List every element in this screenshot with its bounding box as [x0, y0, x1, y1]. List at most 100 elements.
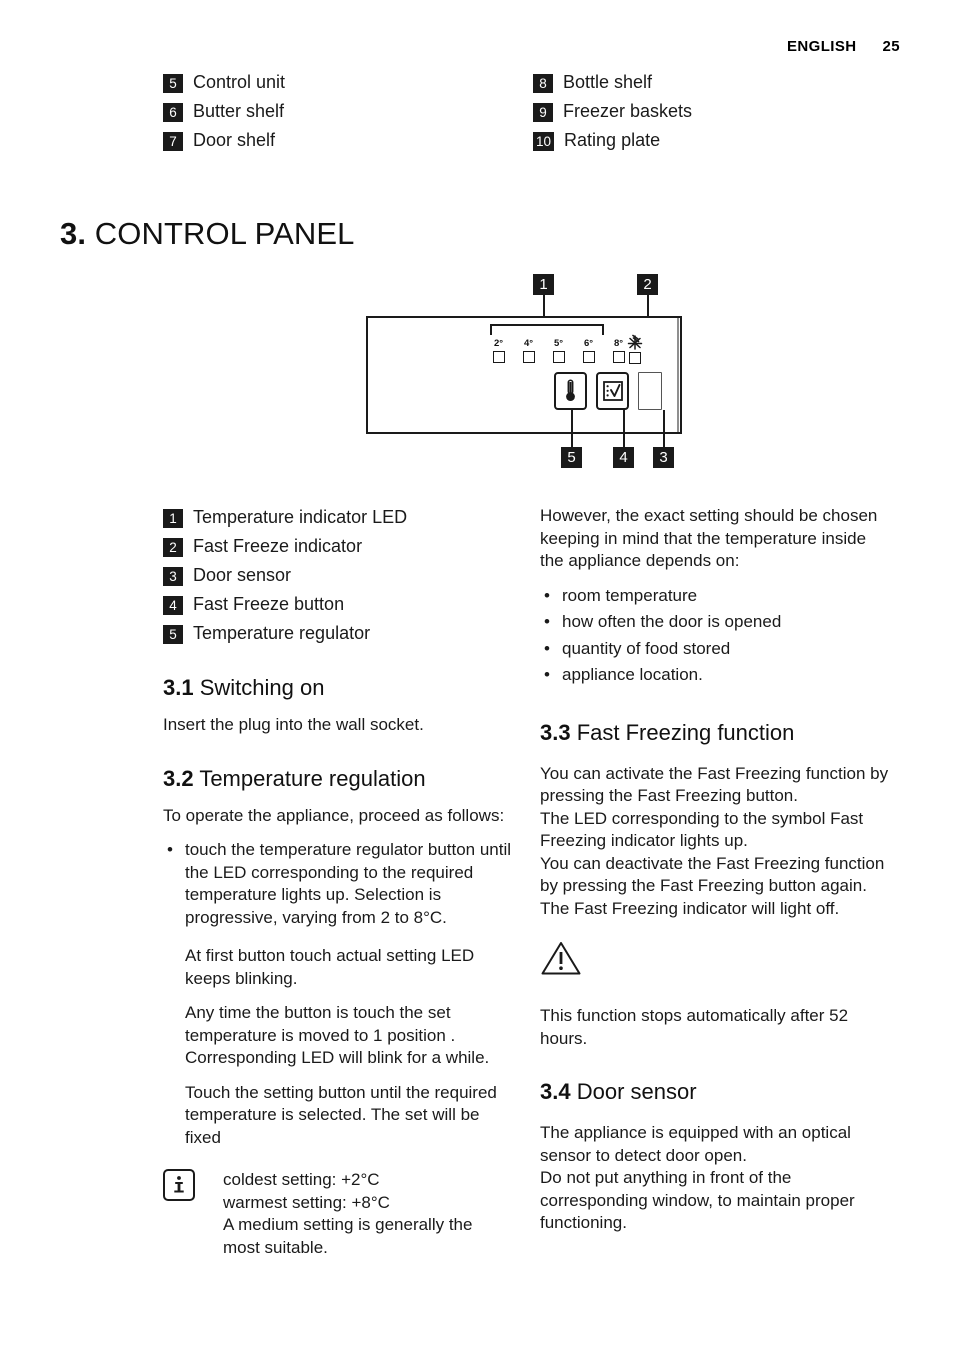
section-number: 3.2	[163, 765, 194, 791]
callout-1: 1	[533, 274, 554, 295]
list-item: 3 Door sensor	[163, 563, 513, 592]
snowflake-icon	[625, 334, 645, 351]
led-indicator-icon	[582, 351, 595, 363]
info-note: coldest setting: +2°C warmest setting: +…	[163, 1169, 513, 1259]
part-label: Control unit	[193, 72, 286, 92]
right-intro-body: However, the exact setting should be cho…	[540, 506, 878, 570]
list-item: touch the temperature regulator button u…	[163, 839, 513, 929]
legend-label: Door sensor	[193, 565, 292, 585]
legend-number-badge: 1	[163, 509, 183, 528]
part-label: Bottle shelf	[563, 72, 653, 92]
temperature-regulation-steps: touch the temperature regulator button u…	[163, 839, 513, 929]
temperature-regulator-button[interactable]	[554, 372, 587, 410]
legend-number-badge: 3	[163, 567, 183, 586]
chapter-title: CONTROL PANEL	[94, 216, 355, 251]
part-number-badge: 7	[163, 132, 183, 151]
section-heading-3-2: 3.2 Temperature regulation	[163, 765, 513, 793]
part-number-badge: 9	[533, 103, 553, 122]
chapter-number: 3.	[60, 216, 87, 251]
list-item: 4 Fast Freeze button	[163, 592, 513, 621]
left-column: 1 Temperature indicator LED 2 Fast Freez…	[163, 505, 513, 1259]
legend-label: Temperature indicator LED	[193, 507, 408, 527]
section-title: Door sensor	[576, 1079, 697, 1104]
led-indicator-icon	[522, 351, 535, 363]
warning-icon	[540, 940, 890, 981]
section-number: 3.4	[540, 1079, 571, 1104]
list-item: 9 Freezer baskets	[533, 99, 903, 128]
led-label: 6°	[583, 338, 594, 349]
part-number-badge: 6	[163, 103, 183, 122]
led-indicator-icon	[552, 351, 565, 363]
led-label: 8°	[613, 338, 624, 349]
thermometer-icon	[566, 379, 575, 401]
section-heading-3-3: 3.3 Fast Freezing function	[540, 719, 890, 747]
list-item: how often the door is opened	[540, 611, 890, 634]
legend-label: Fast Freeze button	[193, 594, 345, 614]
legend-label: Fast Freeze indicator	[193, 536, 363, 556]
list-item: 1 Temperature indicator LED	[163, 505, 513, 534]
list-item: room temperature	[540, 585, 890, 608]
section-number: 3.3	[540, 719, 571, 745]
part-label: Freezer baskets	[563, 101, 693, 121]
led-label: 4°	[523, 338, 534, 349]
section-3-4-body: The appliance is equipped with an optica…	[540, 1123, 855, 1232]
legend-number-badge: 2	[163, 538, 183, 557]
legend-label: Temperature regulator	[193, 623, 371, 643]
right-column: However, the exact setting should be cho…	[540, 505, 890, 1235]
list-item: 5 Control unit	[163, 70, 533, 99]
list-item: appliance location.	[540, 664, 890, 687]
section-3-2-para2: At first button touch actual setting LED…	[185, 946, 475, 988]
fast-freeze-button[interactable]	[596, 372, 629, 410]
part-number-badge: 8	[533, 74, 553, 93]
section-heading-3-4: 3.4 Door sensor	[540, 1078, 890, 1106]
section-number: 3.1	[163, 675, 194, 700]
led-cell: 2°	[488, 338, 509, 363]
list-item: 5 Temperature regulator	[163, 621, 513, 650]
parts-legend: 5 Control unit 6 Butter shelf 7 Door she…	[163, 70, 903, 157]
section-title: Temperature regulation	[199, 765, 426, 791]
callout-4: 4	[613, 447, 634, 468]
info-icon	[163, 1169, 195, 1201]
header-page-number: 25	[882, 38, 900, 55]
control-panel-buttons	[554, 372, 662, 410]
list-item: 7 Door shelf	[163, 128, 533, 157]
panel-edge-line	[677, 318, 679, 432]
callout-5: 5	[561, 447, 582, 468]
callout-4-leader	[623, 410, 625, 447]
list-item: quantity of food stored	[540, 638, 890, 661]
led-indicator-icon	[492, 351, 505, 363]
part-label: Door shelf	[193, 130, 276, 150]
callout-3: 3	[653, 447, 674, 468]
section-3-3-body: You can activate the Fast Freezing funct…	[540, 763, 889, 918]
led-cell: 5°	[548, 338, 569, 363]
callout-3-leader	[663, 410, 665, 447]
info-icon-wrapper	[163, 1169, 199, 1201]
warning-triangle-icon	[541, 942, 581, 975]
page-running-header: ENGLISH 25	[787, 38, 900, 55]
section-3-2-intro: To operate the appliance, proceed as fol…	[163, 805, 505, 825]
section-3-3-warning: This function stops automatically after …	[540, 1006, 849, 1048]
led-label: 2°	[493, 338, 504, 349]
control-panel-diagram: 1 2 2° 4° 5° 6° 8° 5 4 3	[340, 272, 720, 487]
fast-freeze-icon	[602, 381, 623, 401]
page-title: 3. CONTROL PANEL	[60, 215, 354, 253]
part-number-badge: 5	[163, 74, 183, 93]
callout-5-leader	[571, 410, 573, 447]
legend-number-badge: 5	[163, 625, 183, 644]
section-3-2-para3: Any time the button is touch the set tem…	[185, 1003, 490, 1067]
parts-legend-right-column: 8 Bottle shelf 9 Freezer baskets 10 Rati…	[533, 70, 903, 157]
temperature-factors-list: room temperature how often the door is o…	[540, 585, 890, 687]
callout-2: 2	[637, 274, 658, 295]
led-indicator-icon	[612, 351, 625, 363]
section-title: Switching on	[199, 675, 325, 700]
led-group-bracket	[490, 324, 604, 335]
led-cell: 4°	[518, 338, 539, 363]
header-language: ENGLISH	[787, 38, 857, 55]
fast-freeze-led-icon	[629, 352, 641, 364]
led-cell: 6°	[578, 338, 599, 363]
temperature-indicator-leds: 2° 4° 5° 6° 8°	[488, 338, 629, 363]
part-number-badge: 10	[533, 132, 555, 151]
control-panel-legend-list: 1 Temperature indicator LED 2 Fast Freez…	[163, 505, 513, 650]
fast-freeze-indicator	[625, 334, 645, 364]
door-sensor-window	[638, 372, 662, 410]
